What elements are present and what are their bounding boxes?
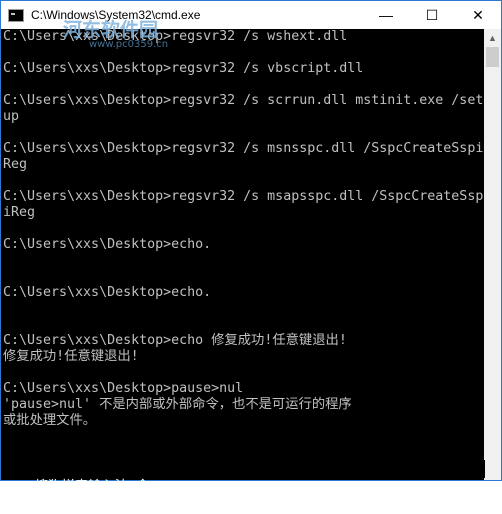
vertical-scrollbar[interactable]: ▲ xyxy=(484,29,501,480)
console-line: 或批处理文件。 xyxy=(3,413,97,428)
cmd-window: C:\Windows\System32\cmd.exe — ☐ ✕ C:\Use… xyxy=(0,0,502,494)
console-line: C:\Users\xxs\Desktop>regsvr32 /s msapssp… xyxy=(3,189,484,204)
console-line: C:\Users\xxs\Desktop>regsvr32 /s scrrun.… xyxy=(3,93,484,108)
scroll-thumb[interactable] xyxy=(486,47,499,67)
console-line: C:\Users\xxs\Desktop>regsvr32 /s wshext.… xyxy=(3,29,348,44)
close-icon: ✕ xyxy=(472,6,484,23)
minimize-icon: — xyxy=(379,7,393,23)
console-line: 修复成功!任意键退出! xyxy=(3,349,139,364)
window-controls: — ☐ ✕ xyxy=(363,1,501,29)
maximize-button[interactable]: ☐ xyxy=(409,1,455,29)
console-line: C:\Users\xxs\Desktop>pause>nul xyxy=(3,381,244,396)
ime-label: 搜狗拼音输入法 全 : xyxy=(35,479,166,494)
minimize-button[interactable]: — xyxy=(363,1,409,29)
cmd-icon[interactable] xyxy=(8,8,24,22)
ime-status-bar: 搜狗拼音输入法 全 : xyxy=(1,460,485,494)
close-button[interactable]: ✕ xyxy=(455,1,501,29)
console-line: up xyxy=(3,109,20,124)
console-line: 'pause>nul' 不是内部或外部命令，也不是可运行的程序 xyxy=(3,397,352,412)
console-line: C:\Users\xxs\Desktop>echo. xyxy=(3,237,212,252)
console-line: C:\Users\xxs\Desktop>echo 修复成功!任意键退出! xyxy=(3,333,347,348)
console-line: C:\Users\xxs\Desktop>regsvr32 /s msnsspc… xyxy=(3,141,484,156)
console-line: C:\Users\xxs\Desktop>echo. xyxy=(3,285,212,300)
window-title: C:\Windows\System32\cmd.exe xyxy=(31,8,201,22)
scroll-up-arrow-icon[interactable]: ▲ xyxy=(484,29,501,46)
console-line: C:\Users\xxs\Desktop>regsvr32 /s vbscrip… xyxy=(3,61,364,76)
maximize-icon: ☐ xyxy=(425,6,439,23)
title-bar[interactable]: C:\Windows\System32\cmd.exe — ☐ ✕ xyxy=(1,1,501,29)
console-line: iReg xyxy=(3,205,36,220)
console-line: Reg xyxy=(3,157,28,172)
console-output[interactable]: C:\Users\xxs\Desktop>regsvr32 /s wshext.… xyxy=(1,29,485,480)
